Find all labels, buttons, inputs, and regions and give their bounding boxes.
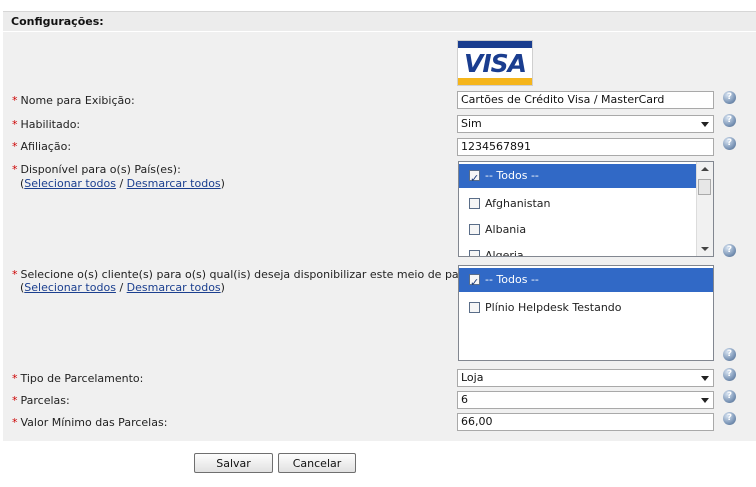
help-icon[interactable]: ? [723, 368, 736, 381]
checkbox-icon[interactable] [469, 302, 480, 313]
help-icon[interactable]: ? [723, 348, 736, 361]
required-mark: * [12, 268, 18, 281]
link-separator: / [119, 177, 124, 190]
valor-minimo-label: * Valor Mínimo das Parcelas: [12, 416, 167, 429]
chevron-down-icon [701, 376, 709, 381]
clientes-select-links: (Selecionar todos / Desmarcar todos) [20, 281, 225, 294]
save-button[interactable]: Salvar [194, 453, 273, 473]
habilitado-label: * Habilitado: [12, 118, 80, 131]
habilitado-value: Sim [461, 117, 482, 130]
list-item-label: Plínio Helpdesk Testando [485, 301, 622, 314]
paises-select-links: (Selecionar todos / Desmarcar todos) [20, 177, 225, 190]
panel-title: Configurações: [3, 12, 756, 32]
checkbox-icon[interactable] [469, 167, 480, 191]
scroll-up-icon[interactable] [701, 167, 709, 171]
chevron-down-icon [701, 122, 709, 127]
paises-label-text: Disponível para o(s) País(es): [20, 163, 181, 176]
deselect-all-countries-link[interactable]: Desmarcar todos [127, 177, 221, 190]
parcelas-value: 6 [461, 393, 468, 406]
nome-input[interactable]: Cartões de Crédito Visa / MasterCard [457, 91, 714, 109]
deselect-all-clients-link[interactable]: Desmarcar todos [127, 281, 221, 294]
required-mark: * [12, 416, 18, 429]
nome-label: * Nome para Exibição: [12, 94, 135, 107]
list-item-label: Albania [485, 223, 527, 236]
help-icon[interactable]: ? [723, 91, 736, 104]
list-item[interactable]: -- Todos -- [459, 268, 713, 295]
nome-label-text: Nome para Exibição: [20, 94, 135, 107]
list-item[interactable]: Afghanistan [459, 192, 697, 216]
habilitado-select[interactable]: Sim [457, 115, 714, 133]
visa-logo: VISA [457, 40, 533, 86]
valor-minimo-input[interactable]: 66,00 [457, 413, 714, 431]
list-item[interactable]: Algeria [459, 244, 697, 257]
paises-scrollbar[interactable] [696, 162, 713, 256]
list-item-label: -- Todos -- [485, 169, 539, 182]
required-mark: * [12, 118, 18, 131]
required-mark: * [12, 94, 18, 107]
list-item-label: Afghanistan [485, 197, 551, 210]
required-mark: * [12, 372, 18, 385]
list-item-label: Algeria [485, 249, 524, 257]
checkbox-icon[interactable] [469, 198, 480, 209]
list-item[interactable]: -- Todos -- [459, 164, 697, 191]
tipo-parcelamento-value: Loja [461, 371, 484, 384]
required-mark: * [12, 163, 18, 176]
list-item[interactable]: Plínio Helpdesk Testando [459, 296, 713, 320]
help-icon[interactable]: ? [723, 137, 736, 150]
checkbox-icon[interactable] [469, 224, 480, 235]
link-separator: / [119, 281, 124, 294]
tipo-parcelamento-label: * Tipo de Parcelamento: [12, 372, 143, 385]
help-icon[interactable]: ? [723, 390, 736, 403]
help-icon[interactable]: ? [723, 114, 736, 127]
cancel-button[interactable]: Cancelar [278, 453, 356, 473]
habilitado-label-text: Habilitado: [20, 118, 81, 131]
help-icon[interactable]: ? [723, 412, 736, 425]
paises-listbox[interactable]: -- Todos -- Afghanistan Albania Algeria [458, 161, 714, 257]
afiliacao-label-text: Afiliação: [20, 140, 72, 153]
parcelas-label: * Parcelas: [12, 394, 70, 407]
tipo-parcelamento-select[interactable]: Loja [457, 369, 714, 387]
checkbox-icon[interactable] [469, 250, 480, 256]
select-all-countries-link[interactable]: Selecionar todos [24, 177, 116, 190]
list-item-label: -- Todos -- [485, 273, 539, 286]
scroll-thumb[interactable] [698, 179, 711, 195]
afiliacao-input[interactable]: 1234567891 [457, 138, 714, 156]
clientes-listbox[interactable]: -- Todos -- Plínio Helpdesk Testando [458, 265, 714, 361]
paises-label: * Disponível para o(s) País(es): [12, 163, 181, 176]
list-item[interactable]: Albania [459, 218, 697, 242]
clientes-label: * Selecione o(s) cliente(s) para o(s) qua… [12, 268, 515, 281]
chevron-down-icon [701, 398, 709, 403]
checkbox-icon[interactable] [469, 271, 480, 295]
tipo-parcelamento-label-text: Tipo de Parcelamento: [20, 372, 144, 385]
parcelas-label-text: Parcelas: [20, 394, 70, 407]
afiliacao-label: * Afiliação: [12, 140, 71, 153]
help-icon[interactable]: ? [723, 244, 736, 257]
visa-logo-top-band [458, 41, 532, 48]
scroll-down-icon[interactable] [701, 247, 709, 251]
select-all-clients-link[interactable]: Selecionar todos [24, 281, 116, 294]
visa-logo-text: VISA [464, 49, 527, 78]
clientes-label-text: Selecione o(s) cliente(s) para o(s) qual… [20, 268, 515, 281]
visa-logo-bottom-band [458, 78, 532, 85]
parcelas-select[interactable]: 6 [457, 391, 714, 409]
required-mark: * [12, 394, 18, 407]
required-mark: * [12, 140, 18, 153]
valor-minimo-label-text: Valor Mínimo das Parcelas: [20, 416, 168, 429]
